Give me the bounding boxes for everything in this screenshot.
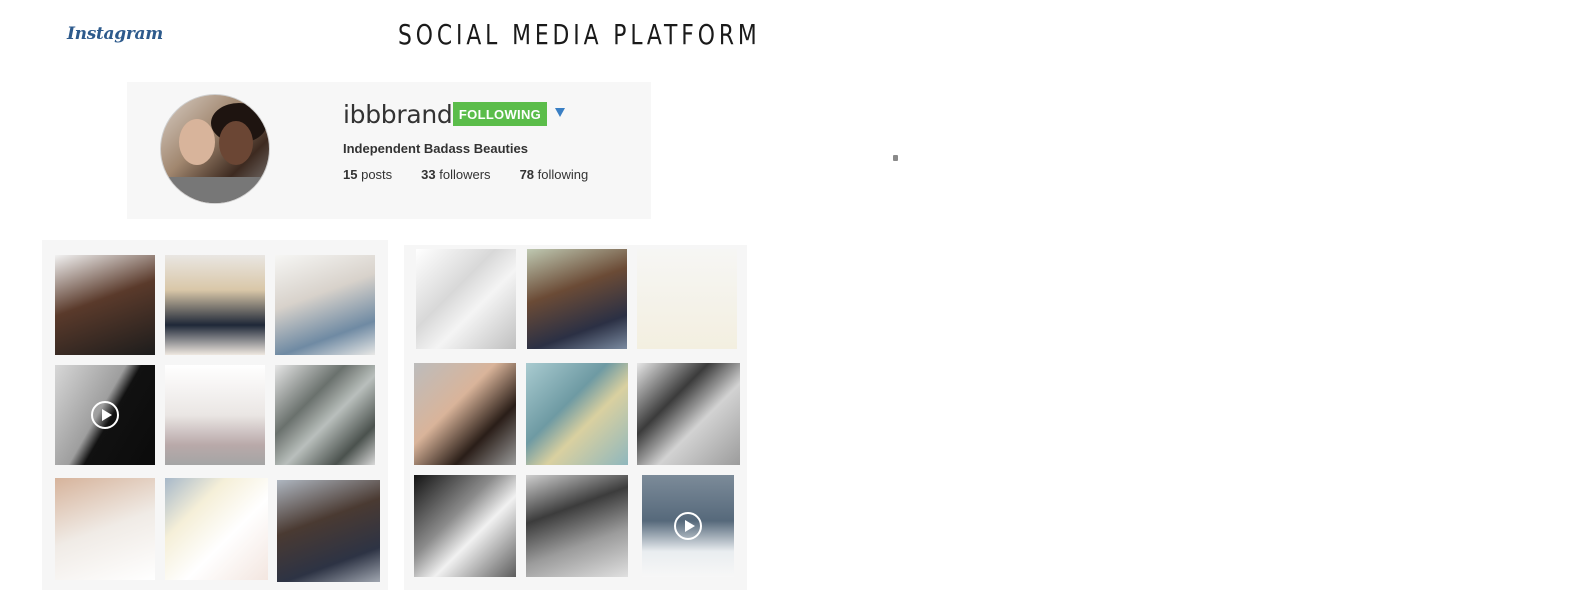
video-woman-sitting-blue[interactable] <box>642 475 734 577</box>
following-count: 78 <box>519 167 535 182</box>
photo-ear-hair[interactable] <box>414 363 516 465</box>
page-title: SOCIAL MEDIA PLATFORM <box>398 18 761 51</box>
lock-icon <box>893 155 898 161</box>
followers-label: followers <box>439 167 491 182</box>
following-label: following <box>537 167 589 182</box>
profile-card: ibbbrand FOLLOWING Independent Badass Be… <box>127 82 651 219</box>
video-black-white-shoulder[interactable] <box>55 365 155 465</box>
photo-woman-hand-face[interactable] <box>55 255 155 355</box>
avatar-shirt <box>161 177 269 203</box>
photo-necklace-neck[interactable] <box>55 478 155 580</box>
avatar-face-left <box>179 119 215 165</box>
caret-down-icon[interactable] <box>555 108 565 117</box>
instagram-logo[interactable]: Instagram <box>67 24 163 50</box>
photo-women-tree-bw[interactable] <box>526 475 628 577</box>
photo-marble-texture[interactable] <box>416 249 516 349</box>
photo-grid-right <box>404 245 747 590</box>
play-icon[interactable] <box>91 401 119 429</box>
photo-hand-ring-bw[interactable] <box>414 475 516 577</box>
username: ibbbrand <box>343 100 453 129</box>
photo-woman-chair[interactable] <box>165 365 265 465</box>
photo-grid-left <box>42 240 388 590</box>
following-button[interactable]: FOLLOWING <box>453 102 547 126</box>
avatar-face-right <box>219 121 253 165</box>
posts-label: posts <box>361 167 393 182</box>
photo-agave-plant[interactable] <box>275 365 375 465</box>
profile-bio: Independent Badass Beauties <box>343 141 528 156</box>
profile-stats: 15 posts 33 followers 78 following <box>343 167 617 182</box>
followers-count: 33 <box>421 167 436 182</box>
photo-gold-triangle-ring[interactable] <box>637 249 737 349</box>
posts-count: 15 <box>343 167 358 182</box>
avatar[interactable] <box>160 94 270 204</box>
photo-sketch-hands[interactable] <box>165 478 268 580</box>
photo-hands-table[interactable] <box>637 363 740 465</box>
followers-stat[interactable]: 33 followers <box>421 167 490 182</box>
photo-blonde-woman[interactable] <box>165 255 265 355</box>
photo-two-women-hug[interactable] <box>527 249 627 349</box>
photo-blue-gold-paint[interactable] <box>526 363 628 465</box>
photo-two-women-hair[interactable] <box>277 480 380 582</box>
play-icon[interactable] <box>674 512 702 540</box>
posts-stat[interactable]: 15 posts <box>343 167 392 182</box>
photo-woman-sitting[interactable] <box>275 255 375 355</box>
following-stat[interactable]: 78 following <box>520 167 589 182</box>
